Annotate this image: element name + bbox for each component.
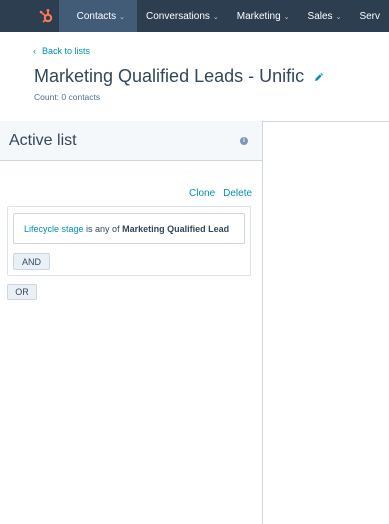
page-title: Marketing Qualified Leads - Unific — [34, 66, 325, 87]
filter-actions: Clone Delete — [189, 188, 252, 199]
chevron-down-icon: ⌄ — [335, 14, 342, 21]
nav-service[interactable]: Serv — [350, 0, 389, 32]
back-to-lists-label: Back to lists — [42, 46, 91, 56]
hubspot-logo-icon[interactable] — [33, 0, 59, 32]
top-nav: Contacts ⌄ Conversations ⌄ Marketing ⌄ Sale… — [0, 0, 389, 32]
nav-service-label: Serv — [359, 10, 380, 22]
panel-title: Active list — [9, 131, 77, 149]
filter-criterion[interactable]: Lifecycle stage is any of Marketing Qual… — [13, 213, 245, 244]
nav-conversations-label: Conversations — [145, 10, 210, 22]
chevron-left-icon: ‹ — [33, 46, 36, 56]
nav-conversations[interactable]: Conversations ⌄ — [137, 0, 228, 32]
nav-marketing-label: Marketing — [236, 10, 281, 22]
clone-button[interactable]: Clone — [189, 188, 215, 199]
chevron-down-icon: ⌄ — [212, 14, 219, 21]
and-button[interactable]: AND — [13, 253, 50, 270]
contact-count: Count: 0 contacts — [34, 92, 101, 102]
back-to-lists-link[interactable]: ‹ Back to lists — [33, 46, 90, 56]
panel-header: Active list i — [0, 121, 262, 161]
nav-contacts-label: Contacts — [76, 10, 117, 22]
filter-panel: Active list i Clone Delete Lifecycle sta… — [0, 121, 263, 524]
filter-group: Lifecycle stage is any of Marketing Qual… — [7, 206, 251, 276]
nav-sales-label: Sales — [307, 10, 333, 22]
info-icon[interactable]: i — [240, 136, 248, 145]
or-button[interactable]: OR — [7, 284, 37, 300]
list-name: Marketing Qualified Leads - Unific — [34, 66, 305, 86]
filter-value: Marketing Qualified Lead — [122, 223, 230, 234]
nav-marketing[interactable]: Marketing ⌄ — [228, 0, 299, 32]
chevron-down-icon: ⌄ — [283, 14, 290, 21]
filter-operator: is any of — [83, 223, 123, 234]
chevron-down-icon: ⌄ — [119, 14, 125, 21]
nav-contacts[interactable]: Contacts ⌄ — [58, 0, 137, 32]
pencil-icon[interactable] — [313, 71, 325, 83]
filter-property[interactable]: Lifecycle stage — [24, 224, 84, 234]
nav-sales[interactable]: Sales ⌄ — [299, 0, 351, 32]
delete-button[interactable]: Delete — [223, 188, 252, 199]
